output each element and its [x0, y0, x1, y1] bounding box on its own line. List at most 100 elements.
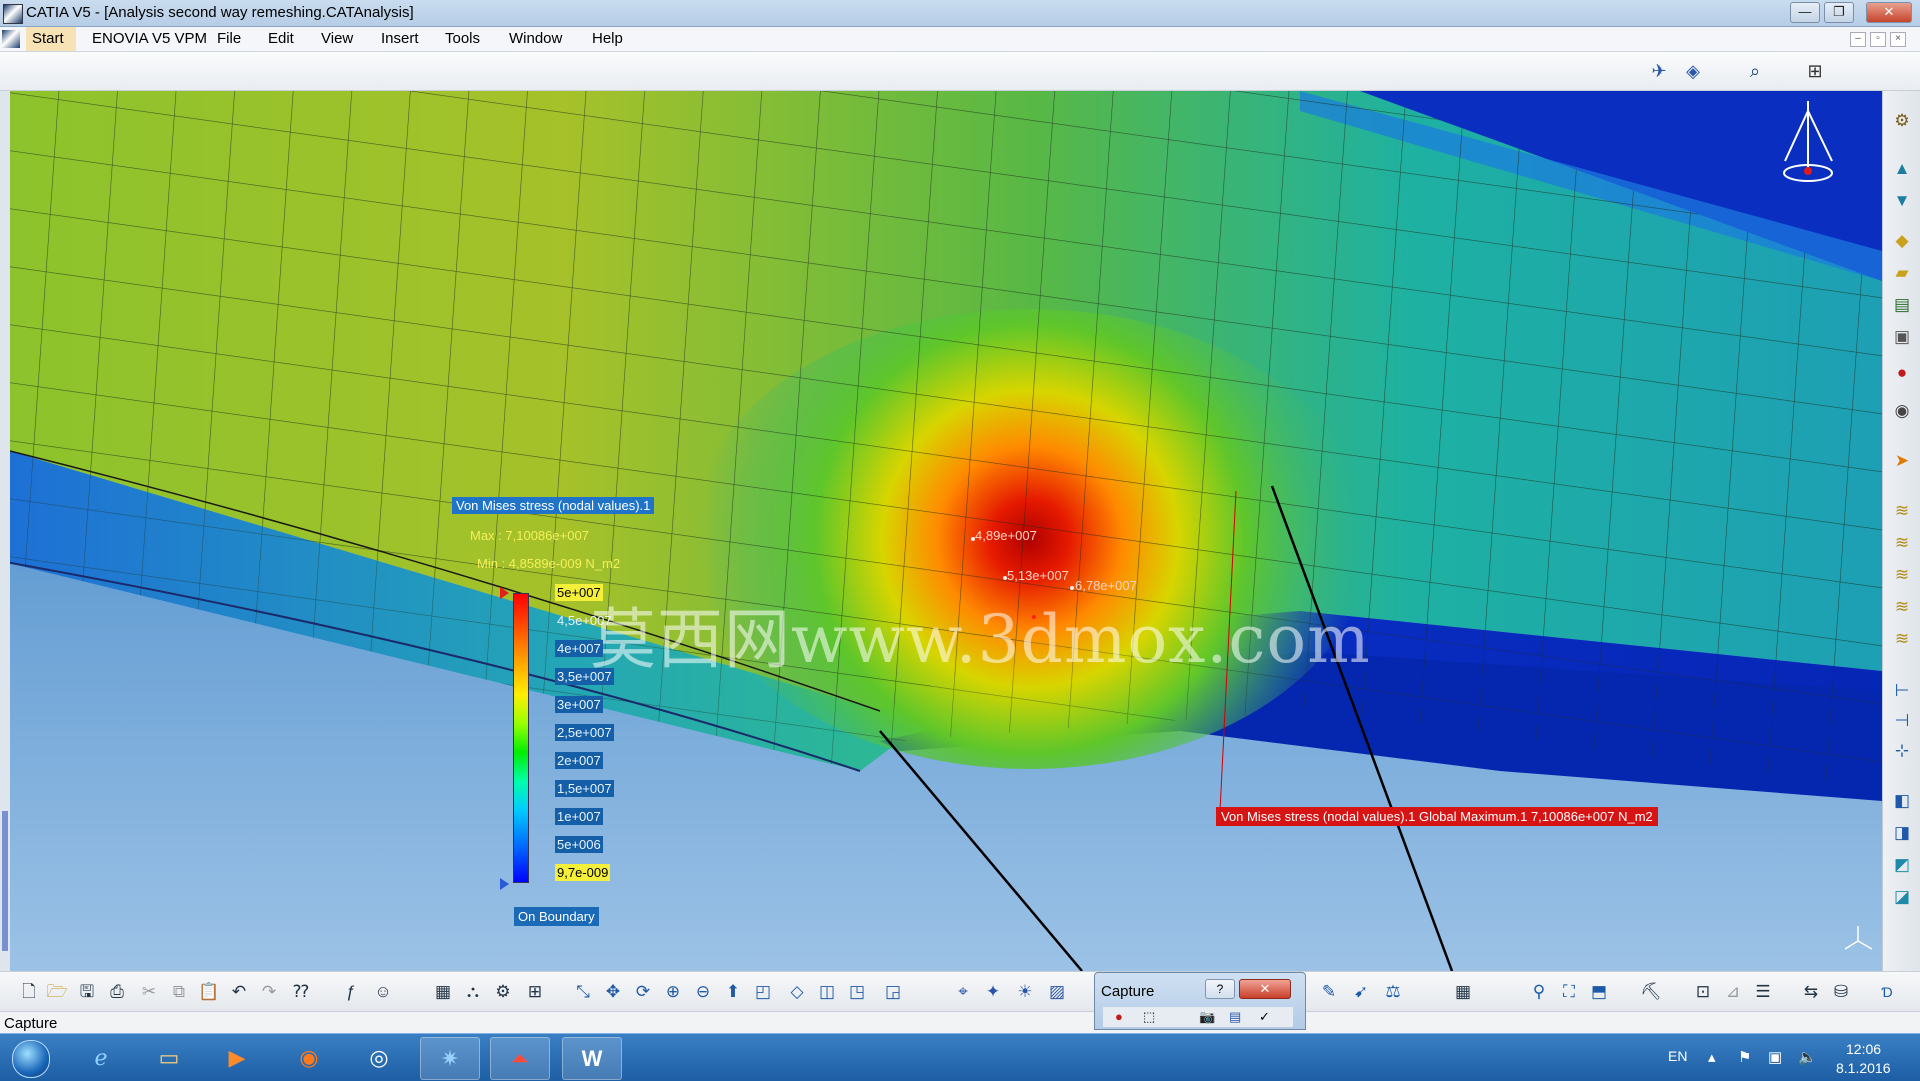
action-center-flag-icon[interactable]: ⚑ — [1738, 1048, 1751, 1066]
virtual-part-icon[interactable]: ▣ — [1892, 327, 1912, 347]
animate-icon[interactable]: ⊢ — [1892, 681, 1912, 701]
legend-title[interactable]: Von Mises stress (nodal values).1 — [452, 497, 655, 514]
save-icon[interactable]: 🖫 — [76, 981, 98, 1003]
rotate-icon[interactable]: ⟳ — [632, 981, 654, 1003]
octree-icon[interactable]: ▼ — [1892, 191, 1912, 211]
menu-file[interactable]: File — [217, 30, 241, 47]
legend-max-marker[interactable] — [500, 587, 509, 599]
catia-app-icon[interactable] — [3, 4, 23, 24]
word-icon[interactable]: W — [562, 1037, 622, 1080]
zoom-out-icon[interactable]: ⊖ — [692, 981, 714, 1003]
on-boundary-label[interactable]: On Boundary — [514, 907, 599, 926]
normal-view-icon[interactable]: ⬆ — [722, 981, 744, 1003]
file-explorer-icon[interactable]: ▭ — [140, 1037, 198, 1078]
doc-minimize-button[interactable]: – — [1850, 32, 1866, 47]
menu-enovia[interactable]: ENOVIA V5 VPM — [92, 30, 207, 47]
animation-icon[interactable]: ➹ — [1350, 981, 1372, 1003]
volume-icon[interactable]: 🔈 — [1798, 1048, 1817, 1066]
undo-icon[interactable]: ↶ — [228, 981, 250, 1003]
record-icon[interactable]: ● — [1115, 1009, 1123, 1024]
material-icon[interactable]: ▰ — [1892, 263, 1912, 283]
basic-analysis-icon[interactable]: ⚖ — [1382, 981, 1404, 1003]
tree-icon[interactable]: ⊞ — [524, 981, 546, 1003]
annotation-icon[interactable]: ⊿ — [1722, 981, 1744, 1003]
catia-logo-icon[interactable]: Ɗ — [1876, 981, 1898, 1003]
zoom-in-icon[interactable]: ⊕ — [662, 981, 684, 1003]
menu-edit[interactable]: Edit — [268, 30, 294, 47]
new-icon[interactable]: 🗋 — [18, 981, 40, 1003]
3d-viewport[interactable]: 莫西网www.3dmox.com Von Mises stress (nodal… — [0, 91, 1882, 971]
knowledge-icon[interactable]: ☺ — [372, 981, 394, 1003]
zoom-area-icon[interactable]: ⌕ — [1744, 60, 1766, 82]
network-icon[interactable]: ▣ — [1768, 1048, 1782, 1066]
hatch-icon[interactable]: ▨ — [1046, 981, 1068, 1003]
clock-date[interactable]: 8.1.2016 — [1836, 1060, 1891, 1076]
group-icon[interactable]: ⚲ — [1528, 981, 1550, 1003]
compass-tool-icon[interactable]: ✦ — [982, 981, 1004, 1003]
image-deformation-icon[interactable]: ≋ — [1892, 501, 1912, 521]
report-icon[interactable]: ◨ — [1892, 823, 1912, 843]
restore-button[interactable]: ❐ — [1824, 2, 1854, 23]
dimension-icon[interactable]: ⊡ — [1692, 981, 1714, 1003]
capture-dialog[interactable]: Capture ? ✕ ● ⬚ 📷 ▤ ✓ — [1094, 972, 1306, 1030]
print-icon[interactable]: ⎙ — [106, 981, 128, 1003]
internet-explorer-icon[interactable]: ℯ — [72, 1037, 130, 1078]
iso-view-icon[interactable]: ◇ — [786, 981, 808, 1003]
workbench-switch-icon[interactable]: ⇆ — [1800, 981, 1822, 1003]
minimize-button[interactable]: — — [1790, 2, 1820, 23]
light-icon[interactable]: ☀ — [1014, 981, 1036, 1003]
left-scroll-strip[interactable] — [0, 91, 10, 971]
swap-visible-icon[interactable]: ◲ — [882, 981, 904, 1003]
camera-icon[interactable]: 📷 — [1199, 1009, 1215, 1025]
specification-tree-icon[interactable]: ⊞ — [1804, 60, 1826, 82]
doc-restore-button[interactable]: ▫ — [1870, 32, 1886, 47]
connection-icon[interactable]: ▤ — [1892, 295, 1912, 315]
menu-window[interactable]: Window — [509, 30, 562, 47]
menu-insert[interactable]: Insert — [381, 30, 419, 47]
redo-icon[interactable]: ↷ — [258, 981, 280, 1003]
firefox-icon[interactable]: ◉ — [280, 1037, 338, 1078]
media-player-icon[interactable]: ▶ — [208, 1037, 266, 1078]
clock-time[interactable]: 12:06 — [1846, 1041, 1881, 1057]
scroll-thumb[interactable] — [2, 811, 8, 951]
options-icon[interactable]: ✓ — [1259, 1009, 1270, 1025]
catalog-icon[interactable]: ⛬ — [462, 981, 484, 1003]
grid-icon[interactable]: ▦ — [1452, 981, 1474, 1003]
copy-icon[interactable]: ⧉ — [168, 981, 190, 1003]
stack-icon[interactable]: ☰ — [1752, 981, 1774, 1003]
menu-help[interactable]: Help — [592, 30, 623, 47]
image-principal-icon[interactable]: ≋ — [1892, 597, 1912, 617]
fit-all-icon[interactable]: ⤡ — [572, 981, 594, 1003]
clash-icon[interactable]: ⬒ — [1588, 981, 1610, 1003]
tray-expand-icon[interactable]: ▴ — [1708, 1048, 1716, 1066]
catia-taskbar-icon[interactable]: ✷ — [420, 1037, 480, 1080]
open-icon[interactable]: 🗁 — [46, 981, 68, 1003]
pan-icon[interactable]: ✥ — [602, 981, 624, 1003]
restraint-icon[interactable]: ● — [1892, 363, 1912, 383]
cut-plane-icon[interactable]: ⊣ — [1892, 711, 1912, 731]
reaction-icon[interactable]: ⚙ — [492, 981, 514, 1003]
sensor-icon[interactable]: ◩ — [1892, 855, 1912, 875]
analysis-assembly-icon[interactable]: ⛶ — [1558, 981, 1580, 1003]
shading-icon[interactable]: ◫ — [816, 981, 838, 1003]
table-icon[interactable]: ▦ — [432, 981, 454, 1003]
image-displacement-icon[interactable]: ≋ — [1892, 565, 1912, 585]
whats-this-icon[interactable]: ⁇ — [290, 981, 312, 1003]
hide-show-icon[interactable]: ◳ — [846, 981, 868, 1003]
deploy-icon[interactable]: ⛁ — [1830, 981, 1852, 1003]
multi-view-icon[interactable]: ◰ — [752, 981, 774, 1003]
language-indicator[interactable]: EN — [1668, 1048, 1687, 1064]
compute-icon[interactable]: ➤ — [1892, 451, 1912, 471]
menu-start[interactable]: Start — [26, 27, 76, 51]
global-max-annotation[interactable]: Von Mises stress (nodal values).1 Global… — [1216, 807, 1658, 826]
formula-icon[interactable]: ƒ — [340, 981, 362, 1003]
extremas-icon[interactable]: ◧ — [1892, 791, 1912, 811]
document-icon[interactable] — [2, 30, 20, 48]
menu-tools[interactable]: Tools — [445, 30, 480, 47]
image-error-icon[interactable]: ≋ — [1892, 629, 1912, 649]
settings-gear-icon[interactable]: ⚙ — [1892, 111, 1912, 131]
capture-help-button[interactable]: ? — [1205, 979, 1235, 999]
load-icon[interactable]: ◉ — [1892, 401, 1912, 421]
acrobat-icon[interactable]: ⏶ — [490, 1037, 550, 1080]
legend-color-bar[interactable] — [513, 593, 529, 883]
